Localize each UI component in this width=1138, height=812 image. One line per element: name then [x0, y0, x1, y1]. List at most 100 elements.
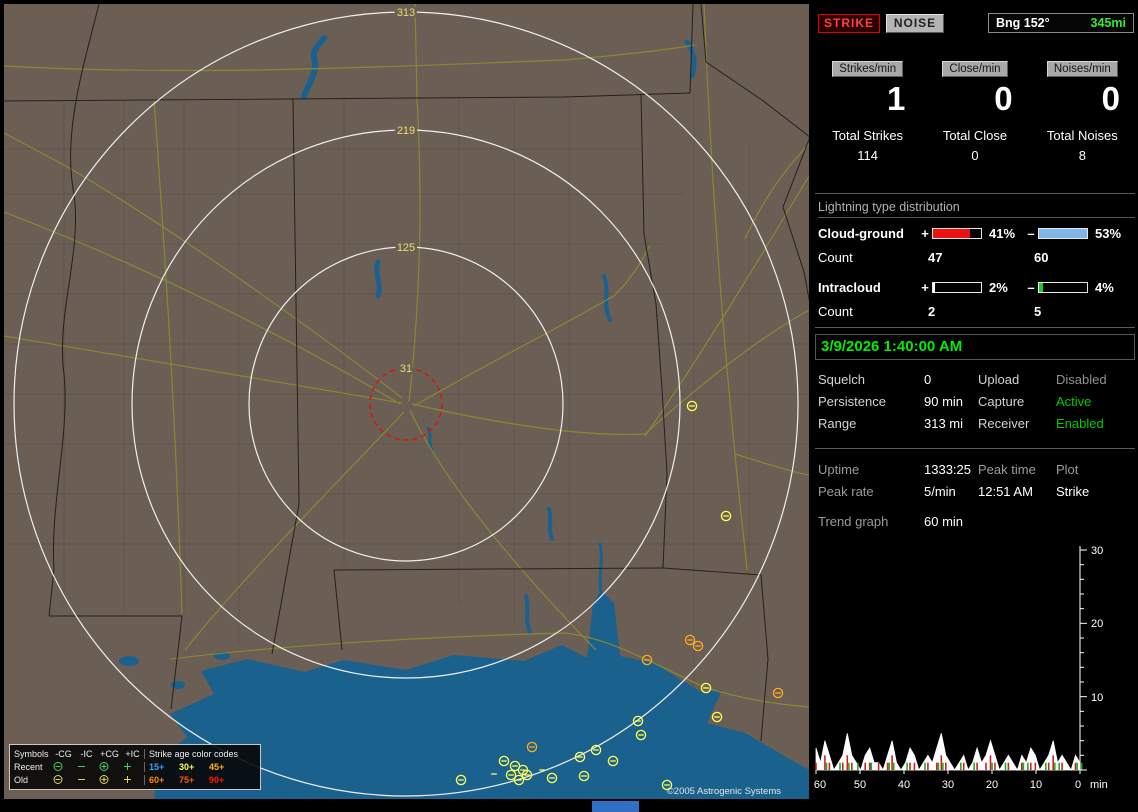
trend-cloud-ground-bar: [891, 755, 893, 770]
trend-graph: 30 20 10 60 50 40 30 20 10 0 min: [812, 538, 1138, 812]
bearing-display: Bng 152° 345mi: [988, 13, 1134, 33]
ic-positive-count: 2: [928, 304, 1034, 319]
y-tick-10: 10: [1091, 692, 1103, 704]
capture-status: Active: [1056, 394, 1135, 409]
pos-cg-icon: [98, 774, 121, 785]
noises-per-min-header: Noises/min: [1047, 61, 1118, 77]
trend-intracloud-bar: [1076, 763, 1078, 770]
total-noises-label: Total Noises: [1029, 128, 1136, 143]
trend-intracloud-bar: [848, 763, 850, 770]
trend-cloud-ground-bar: [927, 763, 929, 770]
x-tick-60: 60: [814, 779, 826, 791]
minus-sign: –: [1024, 280, 1038, 295]
control-panel: STRIKE NOISE Bng 152° 345mi Strikes/min …: [812, 0, 1138, 812]
peak-rate-label: Peak rate: [818, 484, 924, 499]
trend-cloud-ground-bar: [829, 763, 831, 770]
trend-cloud-ground-bar: [851, 763, 853, 770]
plus-sign: +: [918, 280, 932, 295]
count-label: Count: [818, 250, 928, 265]
legend-old-label: Old: [14, 775, 52, 785]
trend-intracloud-bar: [991, 763, 993, 770]
legend-col-pos-cg: +CG: [98, 749, 121, 759]
trend-cloud-ground-bar: [1021, 763, 1023, 770]
ring-label-125: 125: [397, 242, 415, 254]
squelch-value: 0: [924, 372, 978, 387]
trend-intracloud-bar: [942, 763, 944, 770]
upload-label: Upload: [978, 372, 1056, 387]
cg-negative-count: 60: [1034, 250, 1135, 265]
trend-intracloud-bar: [924, 763, 926, 770]
trend-cloud-ground-bar: [945, 763, 947, 770]
trend-intracloud-bar: [1027, 763, 1029, 770]
total-noises-value: 8: [1029, 148, 1136, 163]
trend-intracloud-bar: [906, 763, 908, 770]
close-per-min-value: 0: [921, 77, 1028, 121]
x-tick-0: 0: [1075, 779, 1081, 791]
trend-intracloud-bar: [938, 763, 940, 770]
trend-cloud-ground-bar: [994, 763, 996, 770]
trend-cloud-ground-bar: [1035, 763, 1037, 770]
neg-ic-icon: [75, 774, 98, 785]
trend-cloud-ground-bar: [990, 755, 992, 770]
x-tick-10: 10: [1030, 779, 1042, 791]
trend-cloud-ground-bar: [1048, 763, 1050, 770]
trend-intracloud-bar: [1023, 763, 1025, 770]
trend-cloud-ground-bar: [824, 755, 826, 770]
trend-intracloud-bar: [1081, 763, 1083, 770]
pos-ic-icon: [121, 774, 144, 785]
taskbar-item-fragment[interactable]: [592, 801, 639, 812]
trend-cloud-ground-bar: [1052, 755, 1054, 770]
receiver-status: Enabled: [1056, 416, 1135, 431]
plot-value: Strike: [1056, 484, 1135, 499]
total-strikes-value: 114: [814, 148, 921, 163]
trend-intracloud-bar: [871, 763, 873, 770]
persistence-value: 90 min: [924, 394, 978, 409]
trend-cloud-ground-bar: [864, 763, 866, 770]
datetime-display: 3/9/2026 1:40:00 AM: [815, 334, 1135, 360]
ic-positive-pct: 2%: [984, 280, 1024, 295]
trend-ticks: [816, 550, 1087, 774]
lightning-map[interactable]: 313 219 125 31 Symbols -CG -IC +CG +IC S…: [4, 4, 809, 799]
bearing-label: Bng 152°: [996, 16, 1050, 30]
noises-counter: Noises/min 0 Total Noises 8: [1029, 60, 1136, 163]
total-close-value: 0: [921, 148, 1028, 163]
squelch-label: Squelch: [818, 372, 924, 387]
plot-label: Plot: [1056, 462, 1135, 477]
trend-cloud-ground-bar: [1008, 763, 1010, 770]
trend-intracloud-bar: [1054, 763, 1056, 770]
trend-intracloud-bar: [960, 763, 962, 770]
y-tick-20: 20: [1091, 618, 1103, 630]
cg-negative-pct: 53%: [1090, 226, 1135, 241]
trend-cloud-ground-bar: [878, 763, 880, 770]
noise-button[interactable]: NOISE: [886, 14, 944, 33]
ic-positive-bar: [932, 282, 982, 293]
uptime-label: Uptime: [818, 462, 924, 477]
x-unit-label: min: [1090, 779, 1108, 791]
close-counter: Close/min 0 Total Close 0: [921, 60, 1028, 163]
upload-status: Disabled: [1056, 372, 1135, 387]
pos-cg-icon: [98, 761, 121, 772]
trend-cloud-ground-bar: [963, 763, 965, 770]
legend-recent-label: Recent: [14, 762, 52, 772]
trend-cloud-ground-bar: [842, 763, 844, 770]
cg-positive-pct: 41%: [984, 226, 1024, 241]
close-per-min-header: Close/min: [942, 61, 1007, 77]
intracloud-count-row: Count 2 5: [818, 304, 1135, 318]
legend-header-row: Symbols -CG -IC +CG +IC Strike age color…: [14, 747, 256, 760]
trend-cloud-ground-bar: [847, 755, 849, 770]
trend-intracloud-bar: [826, 763, 828, 770]
status-grid: Squelch 0 Upload Disabled Persistence 90…: [818, 372, 1135, 431]
ic-negative-pct: 4%: [1090, 280, 1135, 295]
strike-button[interactable]: STRIKE: [818, 14, 880, 33]
x-tick-50: 50: [854, 779, 866, 791]
neg-cg-icon: [52, 774, 75, 785]
trend-cloud-ground-bar: [815, 763, 817, 770]
trend-cloud-ground-bar: [1061, 763, 1063, 770]
noises-per-min-value: 0: [1029, 77, 1136, 121]
cg-positive-count: 47: [928, 250, 1034, 265]
stats-grid: Uptime 1333:25 Peak time Plot Peak rate …: [818, 462, 1135, 499]
trend-cloud-ground-bar: [914, 763, 916, 770]
trend-cloud-ground-bar: [1075, 763, 1077, 770]
x-tick-30: 30: [942, 779, 954, 791]
peak-time-label: Peak time: [978, 462, 1056, 477]
